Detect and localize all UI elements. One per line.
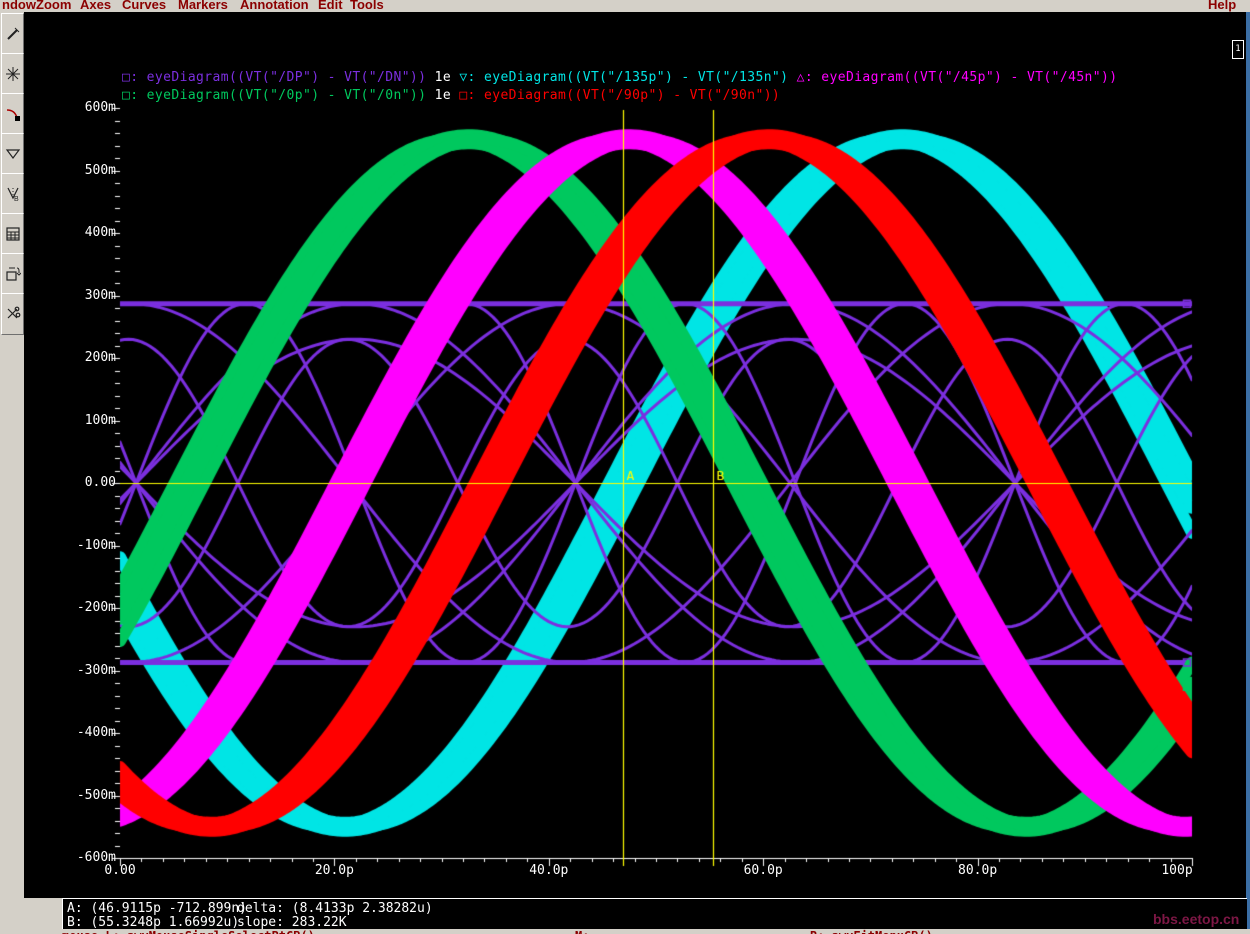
legend-entry: □: eyeDiagram((VT("/90p") - VT("/90n")): [459, 88, 781, 103]
y-tick-label: 400m: [84, 225, 116, 240]
mouse-right-binding: R: awvFitMenuCB(): [810, 929, 933, 934]
y-tick-label: -500m: [76, 787, 116, 803]
legend-entry: 1e: [434, 70, 460, 85]
legend-entry: □: eyeDiagram((VT("/DP") - VT("/DN")): [122, 70, 435, 85]
y-tick-label: -400m: [76, 725, 116, 740]
y-tick-label: 500m: [84, 162, 116, 178]
mouse-bindings-strip: mouse L: awvMouseSingleSelectPtCB() M: R…: [0, 929, 1250, 934]
watermark: bbs.eetop.cn: [1153, 911, 1240, 927]
legend-entry: △: eyeDiagram((VT("/45p") - VT("/45n")): [796, 70, 1118, 85]
legend-line-2: □: eyeDiagram((VT("/0p") - VT("/0n")) 1e…: [122, 88, 780, 103]
marker-a-readout: A: (46.9115p -712.899n): [67, 901, 248, 916]
waveform-window: ndowZoomAxesCurvesMarkersAnnotationEditT…: [0, 0, 1250, 934]
y-tick-label: 200m: [84, 350, 116, 365]
delta-readout: delta: (8.4133p 2.38282u): [237, 901, 433, 916]
legend-line-1: □: eyeDiagram((VT("/DP") - VT("/DN")) 1e…: [122, 70, 1117, 85]
legend-entry: ▽: eyeDiagram((VT("/135p") - VT("/135n"): [459, 70, 797, 85]
y-tick-label: 0.00: [84, 475, 116, 490]
marker-b-readout: B: (55.3248p 1.66992u): [67, 915, 240, 930]
mouse-left-binding: mouse L: awvMouseSingleSelectPtCB(): [62, 929, 315, 934]
mouse-middle-binding: M:: [575, 929, 589, 934]
x-tick-label: 20.0p: [314, 863, 354, 878]
x-tick-label: 60.0p: [743, 863, 783, 878]
window-number-box: 1: [1232, 40, 1244, 59]
x-tick-label: 100p: [1161, 863, 1193, 878]
x-tick-label: 80.0p: [958, 863, 998, 878]
y-tick-label: 600m: [84, 100, 116, 115]
y-tick-label: 100m: [84, 412, 116, 428]
y-tick-label: -200m: [76, 600, 116, 615]
slope-readout: slope: 283.22K: [237, 915, 347, 930]
legend-entry: □: eyeDiagram((VT("/0p") - VT("/0n")): [122, 88, 435, 103]
plot-canvas[interactable]: [0, 0, 1250, 934]
y-tick-label: -100m: [76, 537, 116, 553]
legend-entry: 1e: [434, 88, 460, 103]
y-tick-label: -300m: [76, 662, 116, 678]
y-tick-label: 300m: [84, 287, 116, 303]
x-tick-label: 0.00: [104, 863, 136, 878]
x-tick-label: 40.0p: [529, 863, 569, 878]
marker-status-panel: A: (46.9115p -712.899n) delta: (8.4133p …: [62, 898, 1247, 930]
